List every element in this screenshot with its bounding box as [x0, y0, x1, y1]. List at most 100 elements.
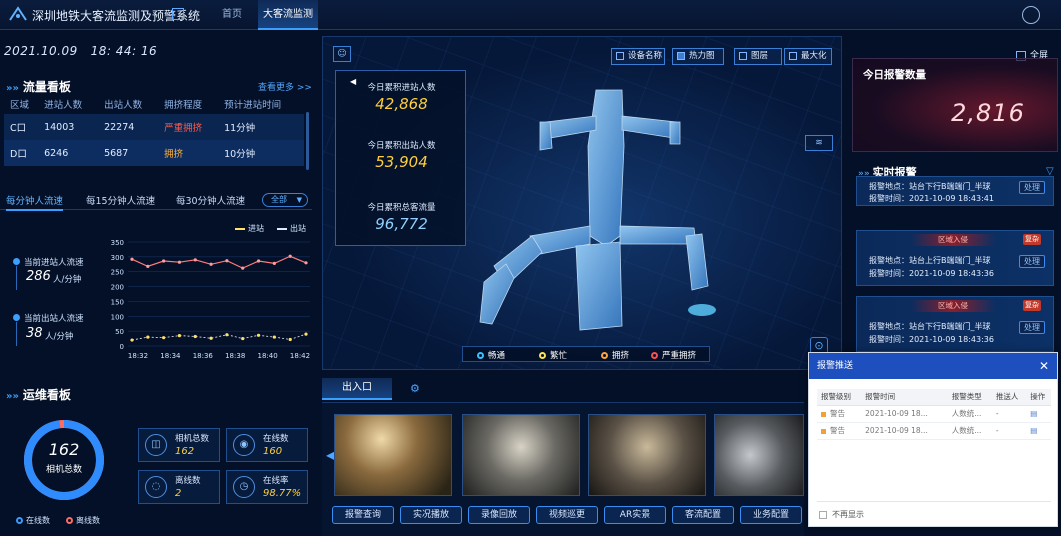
data-point: [225, 259, 229, 263]
data-point: [272, 261, 276, 265]
view-more-link[interactable]: 查看更多 >>: [258, 80, 312, 93]
clock-icon: ◷: [233, 476, 255, 498]
camera-total-label: 相机总数: [45, 465, 82, 475]
camera-online-ring: [24, 420, 104, 500]
out-speed-value: 38: [26, 326, 43, 341]
video-patrol-button[interactable]: 视频巡更: [536, 506, 598, 524]
toggle-device-name[interactable]: 设备名称: [611, 48, 665, 65]
data-point: [288, 337, 292, 342]
today-out-value: 53,904: [375, 153, 428, 171]
y-tick-label: 100: [111, 313, 124, 321]
camera-icon: ◫: [145, 434, 167, 456]
alert-item[interactable]: 区域入侵 复杂 报警地点：站台下行B端端门_半球 报警时间：2021-10-09…: [856, 296, 1054, 352]
table-row[interactable]: 警告 2021-10-09 18... 人数统... - ▤: [817, 405, 1051, 423]
layers-icon[interactable]: ≋: [805, 135, 833, 151]
grid-icon[interactable]: [172, 8, 184, 20]
person-icon[interactable]: ☺: [333, 46, 351, 62]
y-tick-label: 300: [111, 254, 124, 262]
document-icon[interactable]: ▤: [1026, 422, 1051, 440]
status-badge: 严重拥挤: [158, 114, 219, 140]
playback-button[interactable]: 录像回放: [468, 506, 530, 524]
handle-button[interactable]: 处理: [1019, 181, 1045, 194]
in-speed-unit: 人/分钟: [53, 275, 82, 285]
camera-feed-4[interactable]: [714, 414, 804, 496]
in-speed-label: 当前进站人流速: [24, 258, 84, 268]
table-row[interactable]: 警告 2021-10-09 18... 人数统... - ▤: [817, 422, 1051, 440]
alert-item[interactable]: 区域入侵 复杂 报警地点：站台上行B端端门_半球 报警时间：2021-10-09…: [856, 230, 1054, 286]
out-speed-unit: 人/分钟: [45, 332, 74, 342]
alarm-push-dialog: 报警推送 ✕ 报警级别 报警时间 报警类型 推送人 操作 警告 2021-10-…: [808, 352, 1058, 527]
toggle-maximize[interactable]: 最大化: [784, 48, 832, 65]
data-point: [225, 333, 229, 337]
flow-line-chart: 0 50 100 150 200 250 300 350 18:32 18:34 18:36 18:3…: [111, 239, 310, 360]
live-play-button[interactable]: 实况播放: [400, 506, 462, 524]
data-point: [130, 257, 134, 261]
x-tick-label: 18:42: [290, 352, 310, 360]
today-out-label: 今日累积出站人数: [367, 141, 436, 151]
col-level: 拥挤程度: [164, 100, 203, 111]
camera-feed-1[interactable]: [334, 414, 452, 496]
flow-config-button[interactable]: 客流配置: [672, 506, 734, 524]
table-scrollbar[interactable]: [306, 112, 309, 170]
time-text: 18: 44: 16: [90, 44, 158, 58]
data-point: [256, 333, 261, 337]
data-point: [241, 336, 245, 341]
alarm-query-button[interactable]: 报警查询: [332, 506, 394, 524]
toggle-layers[interactable]: 图层: [734, 48, 782, 65]
table-row[interactable]: D口 6246 5687 拥挤 10分钟: [4, 140, 304, 166]
flow-board-title: »» 流量看板: [6, 80, 71, 94]
data-point: [193, 334, 197, 339]
close-icon[interactable]: ✕: [1039, 353, 1049, 379]
legend-smooth: 畅通: [477, 349, 505, 361]
document-icon[interactable]: ▤: [1026, 405, 1051, 423]
handle-button[interactable]: 处理: [1019, 321, 1045, 334]
handle-button[interactable]: 处理: [1019, 255, 1045, 268]
data-point: [130, 338, 134, 342]
user-avatar-icon[interactable]: [1022, 6, 1040, 24]
col-area: 区域: [10, 100, 30, 111]
tab-home[interactable]: 首页: [206, 0, 258, 30]
y-tick-label: 350: [111, 239, 124, 247]
alarm-push-table: 报警级别 报警时间 报警类型 推送人 操作 警告 2021-10-09 18..…: [817, 389, 1051, 440]
alert-tag: 复杂: [1023, 300, 1041, 311]
datetime: 2021.10.09 18: 44: 16: [4, 44, 157, 58]
legend-online: 在线数: [16, 515, 50, 526]
pin-icon: [13, 314, 20, 321]
gear-icon[interactable]: ⚙: [410, 382, 420, 395]
toggle-heatmap[interactable]: 热力图: [672, 48, 724, 65]
tab-entrance[interactable]: 出入口: [322, 378, 392, 400]
legend-out: 出站: [277, 223, 306, 234]
business-config-button[interactable]: 业务配置: [740, 506, 802, 524]
today-alarm-title: 今日报警数量: [863, 69, 926, 81]
camera-feed-2[interactable]: [462, 414, 580, 496]
table-row[interactable]: C口 14003 22274 严重拥挤 11分钟: [4, 114, 304, 140]
tab-passenger-flow[interactable]: 大客流监测: [258, 0, 318, 30]
online-icon: ◉: [233, 434, 255, 456]
camera-feed-3[interactable]: [588, 414, 706, 496]
stat-camera-total: ◫ 相机总数 162: [138, 428, 220, 462]
tab-per-minute[interactable]: 每分钟人流速: [6, 193, 64, 211]
collapse-left-icon[interactable]: ◀: [350, 77, 356, 86]
station-structure: [479, 89, 709, 331]
camera-total-value: 162: [48, 440, 80, 459]
data-point: [304, 261, 308, 265]
tab-per-15-minutes[interactable]: 每15分钟人流速: [86, 193, 155, 207]
dialog-title: 报警推送 ✕: [809, 353, 1057, 379]
offline-icon: ◌: [145, 476, 167, 498]
y-tick-label: 200: [111, 284, 124, 292]
metro-logo-icon: [9, 6, 27, 21]
x-tick-label: 18:38: [225, 352, 245, 360]
tab-per-30-minutes[interactable]: 每30分钟人流速: [176, 193, 245, 207]
alert-item[interactable]: 报警地点：站台下行B端端门_半球 报警时间：2021-10-09 18:43:4…: [856, 176, 1054, 206]
data-point: [209, 262, 213, 266]
no-show-checkbox[interactable]: 不再显示: [819, 509, 864, 520]
chevrons-icon: »»: [6, 391, 19, 402]
legend-crowded: 拥挤: [601, 349, 629, 361]
online-arc: [24, 420, 104, 500]
legend-severe: 严重拥挤: [651, 349, 696, 361]
date-text: 2021.10.09: [4, 44, 78, 58]
data-point: [272, 335, 276, 339]
ar-view-button[interactable]: AR实景: [604, 506, 666, 524]
data-point: [177, 260, 182, 264]
flow-filter-select[interactable]: 全部 ▼: [262, 193, 308, 207]
